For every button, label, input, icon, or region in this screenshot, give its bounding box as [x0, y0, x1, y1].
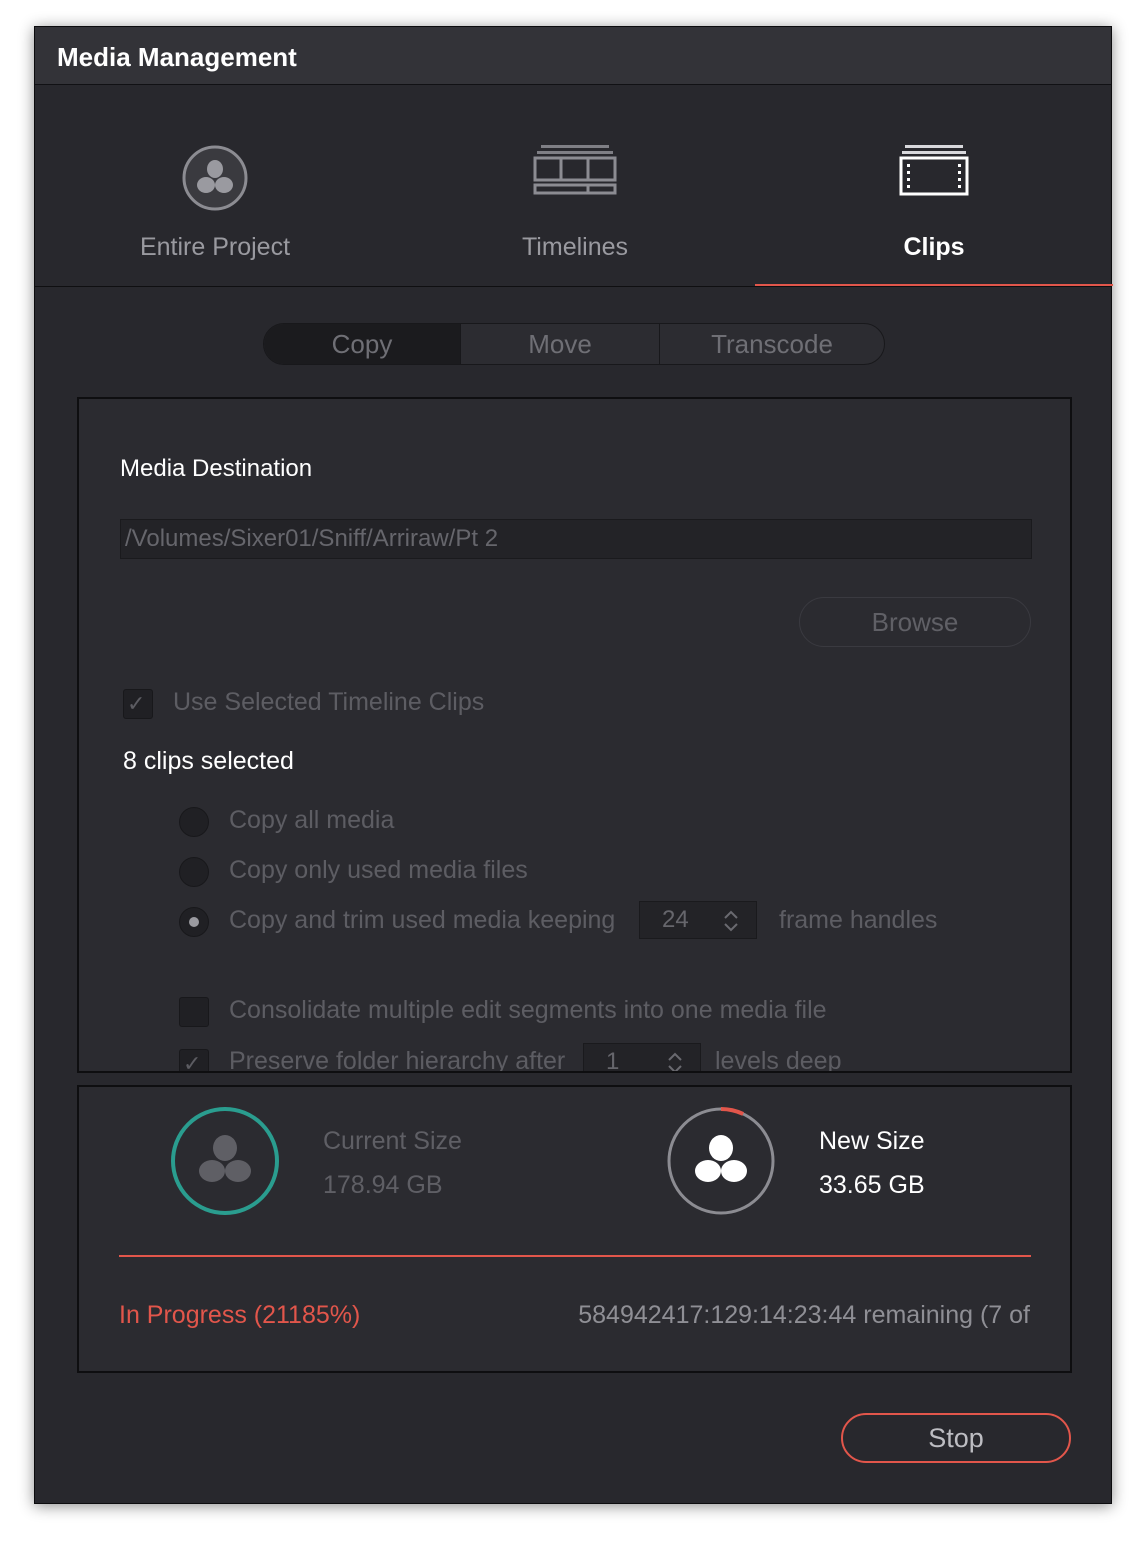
segment-move[interactable]: Move [461, 324, 659, 364]
current-size-icon [169, 1105, 281, 1222]
folder-levels-stepper[interactable]: 1 [583, 1043, 701, 1073]
preserve-hierarchy-checkbox[interactable]: ✓ [179, 1049, 209, 1073]
media-destination-label: Media Destination [120, 455, 313, 482]
frame-handles-stepper[interactable]: 24 [639, 901, 757, 939]
tab-label: Timelines [521, 233, 629, 261]
radio-selected-dot [189, 917, 199, 927]
current-size-value: 178.94 GB [323, 1171, 443, 1199]
options-panel: Media Destination /Volumes/Sixer01/Sniff… [77, 397, 1072, 1073]
folder-levels-value: 1 [606, 1048, 620, 1073]
radio-copy-used-media[interactable] [179, 857, 209, 887]
radio-copy-and-trim[interactable] [179, 907, 209, 937]
active-tab-indicator [755, 284, 1113, 286]
tab-timelines[interactable]: Timelines [395, 85, 755, 286]
media-management-window: Media Management Entire Project Timeline… [34, 26, 1113, 1504]
segment-copy[interactable]: Copy [264, 324, 460, 364]
radio-copy-all-media[interactable] [179, 807, 209, 837]
preserve-hierarchy-label: Preserve folder hierarchy after [229, 1047, 566, 1073]
stepper-arrows-icon[interactable] [666, 1050, 684, 1071]
consolidate-label: Consolidate multiple edit segments into … [229, 996, 827, 1024]
current-size-label: Current Size [323, 1127, 462, 1155]
window-title: Media Management [57, 42, 297, 72]
progress-bar [119, 1255, 1031, 1257]
size-summary-panel: Current Size 178.94 GB New Size 33.65 GB… [77, 1085, 1072, 1373]
radio-label: Copy and trim used media keeping [229, 906, 616, 934]
mode-selector: Entire Project Timelines Clips [35, 85, 1111, 286]
tab-entire-project[interactable]: Entire Project [35, 85, 395, 286]
new-size-value: 33.65 GB [819, 1171, 925, 1199]
consolidate-checkbox[interactable] [179, 997, 209, 1027]
title-bar: Media Management [35, 27, 1111, 85]
operation-segmented-control: Copy Move Transcode [263, 323, 885, 365]
mode-divider [35, 286, 1111, 287]
checkmark-icon: ✓ [183, 1051, 202, 1073]
frame-handles-suffix: frame handles [779, 906, 938, 934]
browse-button[interactable]: Browse [799, 597, 1031, 647]
tab-clips[interactable]: Clips [755, 85, 1113, 286]
new-size-label: New Size [819, 1127, 925, 1155]
frame-handles-value: 24 [662, 906, 689, 933]
checkmark-icon: ✓ [127, 691, 146, 716]
stop-button[interactable]: Stop [841, 1413, 1071, 1463]
stepper-arrows-icon[interactable] [722, 908, 740, 944]
film-clip-icon [899, 143, 969, 204]
timeline-icon [533, 143, 617, 204]
radio-label: Copy only used media files [229, 856, 528, 884]
clips-selected-count: 8 clips selected [123, 747, 294, 775]
progress-status: In Progress (21185%) [119, 1301, 361, 1329]
radio-label: Copy all media [229, 806, 395, 834]
segment-transcode[interactable]: Transcode [660, 324, 884, 364]
folder-levels-suffix: levels deep [715, 1047, 842, 1073]
destination-path-field[interactable]: /Volumes/Sixer01/Sniff/Arriraw/Pt 2 [120, 519, 1032, 559]
resolve-logo-icon [180, 143, 250, 218]
new-size-icon [665, 1105, 777, 1222]
use-selected-clips-checkbox[interactable]: ✓ [123, 689, 153, 719]
tab-label: Entire Project [139, 233, 291, 261]
tab-label: Clips [903, 233, 965, 261]
use-selected-clips-label: Use Selected Timeline Clips [173, 688, 485, 716]
time-remaining: 584942417:129:14:23:44 remaining (7 of [578, 1301, 1030, 1329]
